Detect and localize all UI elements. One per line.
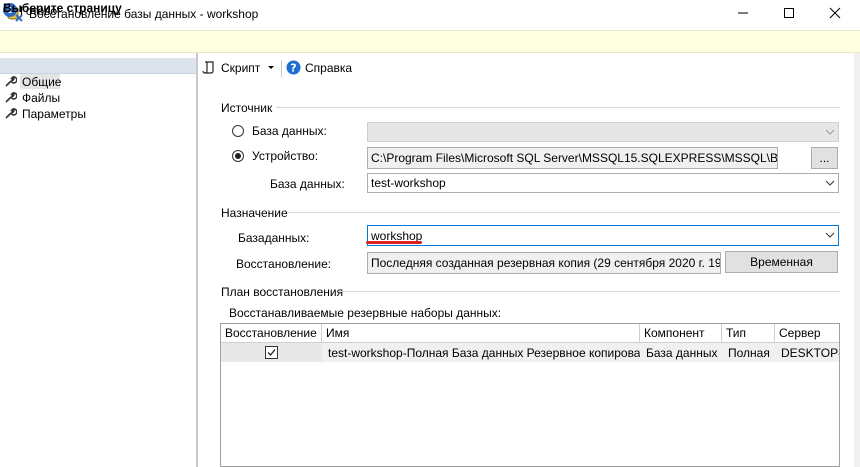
column-header-name[interactable]: Имя [322,324,640,343]
component-cell: База данных [640,343,722,362]
nav-item-label: Общие [22,74,62,89]
column-header-component[interactable]: Компонент [640,324,722,343]
device-radio-label: Устройство: [252,149,319,163]
wrench-icon [5,76,17,87]
chevron-down-icon [268,65,275,69]
page-selector-header [0,58,196,74]
backup-database-value: test-workshop [371,176,446,190]
minimize-button[interactable] [720,0,766,29]
script-icon [202,61,214,74]
help-label: Справка [305,60,353,75]
group-divider [288,212,840,213]
destination-group-title: Назначение [221,206,288,220]
column-header-restore[interactable]: Восстановление [221,324,322,343]
vertical-scrollbar[interactable] [854,53,860,467]
group-divider [338,291,840,292]
target-database-label: Базаданных: [238,231,310,245]
help-button[interactable]: ? Справка [286,60,352,75]
script-label: Скрипт [221,60,261,75]
restore-checkbox[interactable] [265,346,278,359]
svg-text:?: ? [290,62,296,75]
name-cell: test-workshop-Полная База данных Резервн… [322,343,640,362]
minimize-icon [737,7,749,22]
device-path-field[interactable]: C:\Program Files\Microsoft SQL Server\MS… [367,147,778,169]
highlight-underline [366,241,422,244]
restore-cell[interactable] [221,343,322,362]
status-bar [0,30,860,53]
script-button[interactable]: Скрипт [202,60,276,75]
device-radio[interactable] [232,150,244,162]
table-row[interactable]: test-workshop-Полная База данных Резервн… [221,343,839,362]
type-cell: Полная [722,343,775,362]
column-header-type[interactable]: Тип [722,324,775,343]
target-database-combobox[interactable]: workshop [367,225,839,246]
timeline-button[interactable]: Временная [725,251,838,273]
source-database-dropdown[interactable] [367,122,839,142]
chevron-down-icon [821,123,838,141]
browse-button[interactable]: ... [811,147,838,169]
nav-item-label: Параметры [22,106,86,121]
source-database-label: База данных: [270,177,345,191]
restore-to-label: Восстановление: [236,257,332,271]
nav-item-files[interactable]: Файлы [4,90,60,105]
nav-item-label: Файлы [22,90,61,105]
toolbar-separator [281,60,282,77]
maximize-icon [783,7,795,22]
chevron-down-icon [821,226,838,244]
wrench-icon [5,92,17,103]
group-divider [276,107,840,108]
restore-to-field[interactable]: Последняя созданная резервная копия (29 … [367,252,721,274]
backup-sets-label: Восстанавливаемые резервные наборы данны… [229,306,502,320]
source-group-title: Источник [221,101,273,115]
close-icon [829,7,841,22]
maximize-button[interactable] [766,0,812,29]
restore-plan-group-title: План восстановления [221,285,344,299]
nav-item-options[interactable]: Параметры [4,106,86,121]
close-button[interactable] [812,0,858,29]
wrench-icon [5,108,17,119]
server-cell: DESKTOP-I [775,343,839,362]
backup-database-dropdown[interactable]: test-workshop [367,173,839,193]
column-header-server[interactable]: Сервер [775,324,839,343]
panel-divider [196,53,198,467]
database-radio[interactable] [232,125,244,137]
page-selector-title: Выберите страницу [3,1,122,15]
database-radio-label: База данных: [252,124,327,138]
backup-sets-grid: Восстановление Имя Компонент Тип Сервер … [220,323,840,467]
help-icon: ? [286,60,301,75]
chevron-down-icon [821,174,838,192]
nav-item-general[interactable]: Общие [4,74,61,89]
